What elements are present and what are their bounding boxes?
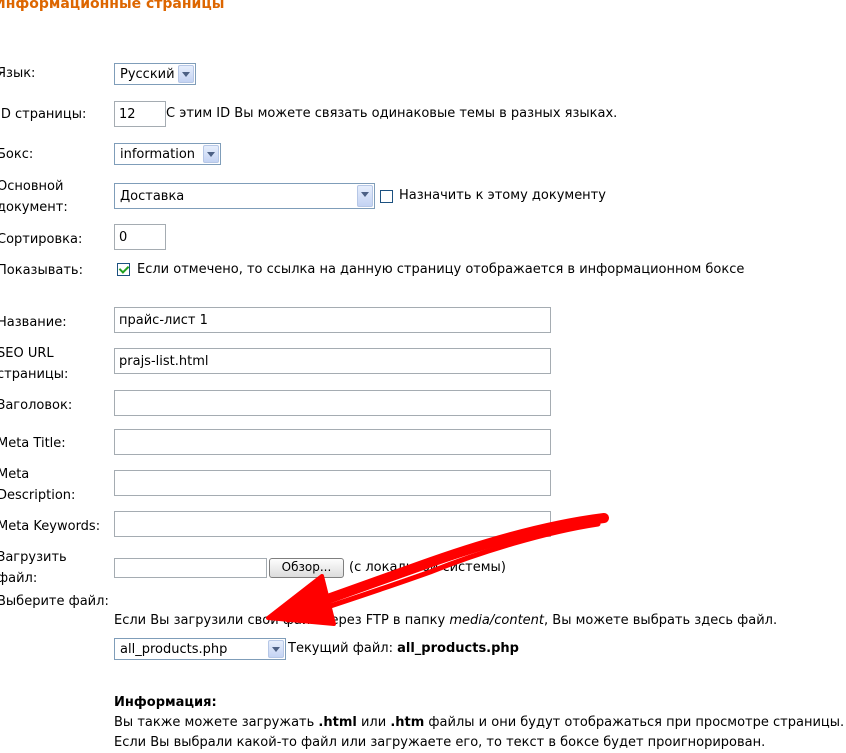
annotation-arrow [266, 513, 609, 626]
